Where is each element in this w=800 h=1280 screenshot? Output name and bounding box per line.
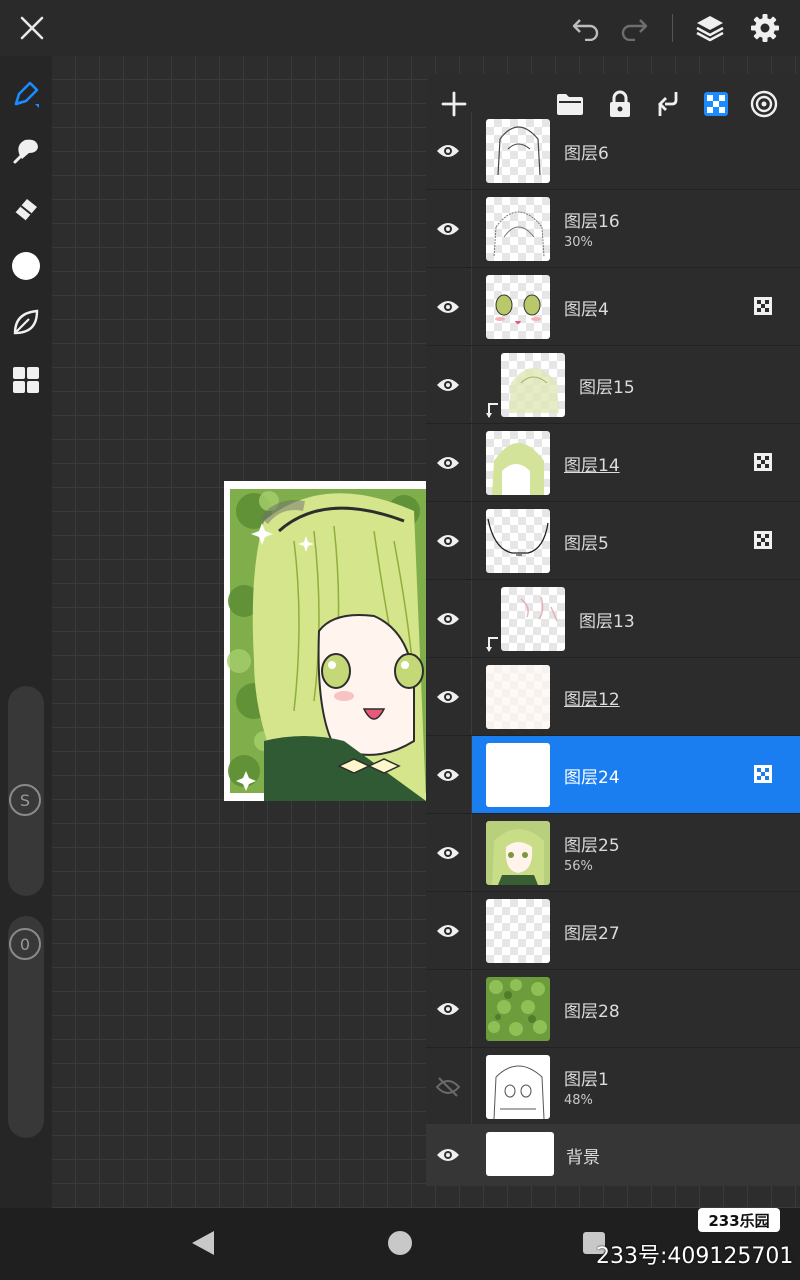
undo-icon[interactable] [566,8,606,48]
eye-icon[interactable] [434,293,462,321]
layer-name: 图层13 [579,612,635,632]
eye-icon[interactable] [434,917,462,945]
eye-off-icon[interactable] [434,1073,462,1101]
layer-name: 图层1 [564,1070,609,1090]
layer-name: 图层6 [564,144,609,164]
left-toolbar: S 0 [0,56,52,1208]
brush-size-slider[interactable]: S [8,686,44,896]
grid-icon[interactable] [6,360,46,400]
layer-thumbnail [486,899,550,963]
layer-row[interactable]: 图层4 [426,268,800,346]
alpha-lock-icon [754,531,772,549]
eye-icon[interactable] [434,137,462,165]
alpha-lock-icon [754,453,772,471]
pen-icon[interactable] [6,74,46,114]
alpha-lock-icon [754,765,772,783]
layer-thumbnail [486,275,550,339]
layer-thumbnail [486,509,550,573]
layer-name: 图层16 [564,212,620,232]
layer-row[interactable]: 图层12 [426,658,800,736]
layer-thumbnail [486,197,550,261]
brush-opacity-slider[interactable]: 0 [8,916,44,1138]
layer-row[interactable]: 图层28 [426,970,800,1048]
layer-row[interactable]: 图层5 [426,502,800,580]
top-toolbar [0,0,800,56]
watermark-logo: 233乐园 [698,1208,780,1232]
layer-name: 背景 [566,1148,600,1168]
watermark-id: 233号:409125701 [596,1244,794,1269]
eye-icon[interactable] [434,995,462,1023]
layer-name: 图层5 [564,534,609,554]
color-icon[interactable] [6,246,46,286]
layer-name: 图层15 [579,378,635,398]
layer-opacity: 48% [564,1093,593,1108]
eye-icon[interactable] [434,449,462,477]
layer-name: 图层25 [564,836,620,856]
background-layer-row[interactable]: 背景 [426,1124,800,1186]
clipping-arrow-icon [486,637,498,652]
layer-row-selected[interactable]: 图层24 [426,736,800,814]
layer-name: 图层4 [564,300,609,320]
layer-thumbnail [486,821,550,885]
redo-icon[interactable] [614,8,654,48]
layer-row[interactable]: 图层25 56% [426,814,800,892]
layer-thumbnail [486,977,550,1041]
alpha-lock-icon [754,297,772,315]
size-slider-knob[interactable]: S [9,784,41,816]
layers-icon[interactable] [690,8,730,48]
layer-row[interactable]: 图层14 [426,424,800,502]
layer-row[interactable]: 图层6 [426,112,800,190]
smudge-icon[interactable] [6,130,46,170]
eye-icon[interactable] [434,839,462,867]
layer-row[interactable]: 图层15 [426,346,800,424]
eye-icon[interactable] [434,1141,462,1169]
clipping-arrow-icon [486,403,498,418]
artwork-image [224,481,426,801]
layer-name: 图层24 [564,768,620,788]
layer-thumbnail [486,1055,550,1119]
layer-name: 图层14 [564,456,620,476]
eye-icon[interactable] [434,527,462,555]
back-button[interactable] [192,1231,214,1255]
toolbar-divider [672,14,673,42]
layer-thumbnail [486,431,550,495]
eye-icon[interactable] [434,605,462,633]
gear-icon[interactable] [745,8,785,48]
eye-icon[interactable] [434,371,462,399]
eraser-icon[interactable] [6,188,46,228]
layer-thumbnail [501,587,565,651]
layer-name: 图层27 [564,924,620,944]
background-thumbnail [486,1132,554,1176]
layer-row[interactable]: 图层16 30% [426,190,800,268]
layer-thumbnail [486,665,550,729]
eye-icon[interactable] [434,683,462,711]
layers-panel: 图层6 图层16 30% 图层4 图层15 图层14 图层5 图层13 图层12… [426,74,800,1186]
eye-icon[interactable] [434,761,462,789]
layer-name: 图层28 [564,1002,620,1022]
home-button[interactable] [388,1231,412,1255]
layer-opacity: 30% [564,235,593,250]
layer-thumbnail [486,119,550,183]
layer-row[interactable]: 图层13 [426,580,800,658]
layer-thumbnail [486,743,550,807]
leaf-icon[interactable] [6,302,46,342]
close-icon[interactable] [12,8,52,48]
layer-opacity: 56% [564,859,593,874]
layer-name: 图层12 [564,690,620,710]
layer-thumbnail [501,353,565,417]
eye-icon[interactable] [434,215,462,243]
layer-row[interactable]: 图层27 [426,892,800,970]
opacity-slider-knob[interactable]: 0 [9,928,41,960]
layer-row[interactable]: 图层1 48% [426,1048,800,1126]
